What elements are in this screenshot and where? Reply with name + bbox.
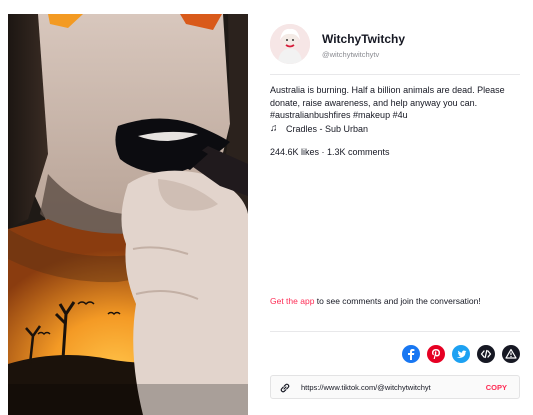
author-username[interactable]: @witchytwitchytv [322, 50, 379, 59]
author-avatar[interactable] [270, 24, 310, 64]
facebook-icon[interactable] [402, 345, 420, 363]
divider [270, 331, 520, 332]
twitter-icon[interactable] [452, 345, 470, 363]
get-app-prompt: Get the app to see comments and join the… [270, 295, 520, 307]
embed-icon[interactable] [477, 345, 495, 363]
copy-link-bar: https://www.tiktok.com/@witchytwitchyt C… [270, 375, 520, 399]
video-player[interactable] [8, 14, 248, 415]
divider [270, 74, 520, 75]
music-title[interactable]: Cradles - Sub Urban [286, 124, 368, 134]
music-note-icon: ♫ [270, 123, 278, 134]
pinterest-icon[interactable] [427, 345, 445, 363]
link-icon [279, 381, 291, 399]
music-info[interactable]: ♫ Cradles - Sub Urban [270, 123, 520, 138]
engagement-stats: 244.6K likes · 1.3K comments [270, 147, 390, 157]
share-icons [402, 345, 520, 363]
copy-link-button[interactable]: COPY [486, 383, 507, 392]
share-url[interactable]: https://www.tiktok.com/@witchytwitchyt [301, 383, 431, 392]
report-icon[interactable] [502, 345, 520, 363]
author-display-name[interactable]: WitchyTwitchy [322, 32, 405, 46]
get-app-prompt-text: to see comments and join the conversatio… [314, 296, 481, 306]
post-description: Australia is burning. Half a billion ani… [270, 85, 505, 120]
video-frame [8, 14, 248, 415]
post-details-panel: WitchyTwitchy @witchytwitchytv Australia… [270, 14, 522, 415]
get-app-link[interactable]: Get the app [270, 296, 314, 306]
author-info[interactable]: WitchyTwitchy @witchytwitchytv [270, 22, 522, 64]
